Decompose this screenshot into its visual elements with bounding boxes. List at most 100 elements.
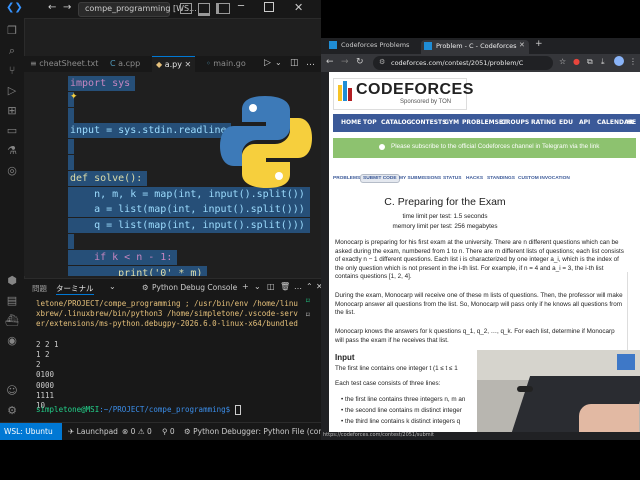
nav-item-contests[interactable]: CONTESTS <box>411 114 446 132</box>
terminal-bash-icon[interactable]: ⌑ <box>306 311 310 319</box>
more-actions-icon[interactable]: … <box>306 58 315 68</box>
testing-icon[interactable]: ⚗ <box>5 144 19 158</box>
code-line: q = list(map(int, input().split())) <box>70 220 305 232</box>
terminal-prompt[interactable]: simpletone@MSI:~/PROJECT/compe_programmi… <box>36 405 241 415</box>
tab-a-cpp[interactable]: C a.cpp <box>106 56 144 72</box>
close-icon[interactable]: ✕ <box>294 1 303 14</box>
nav-item-gym[interactable]: GYM <box>444 114 459 132</box>
maximize-icon[interactable] <box>264 2 274 12</box>
site-info-icon[interactable]: ⚙ <box>379 58 385 66</box>
kill-terminal-icon[interactable]: 🗑 <box>280 282 290 291</box>
bookmark-star-icon[interactable]: ☆ <box>559 57 566 66</box>
more-icon[interactable]: … <box>294 282 302 291</box>
extension-icon[interactable]: ● <box>573 57 580 66</box>
subtab-problems[interactable]: PROBLEMS <box>333 176 360 181</box>
run-file-icon[interactable]: ▷ <box>264 58 271 68</box>
run-dropdown-icon[interactable]: ⌄ <box>275 58 282 67</box>
new-tab-icon[interactable]: + <box>535 39 543 49</box>
tab-close-icon[interactable]: ✕ <box>519 41 525 49</box>
remote-indicator[interactable]: WSL: Ubuntu <box>0 423 62 441</box>
bullet-text: the second line contains m distinct inte… <box>344 407 462 414</box>
code-line: import sys <box>70 78 131 89</box>
subtab-custom-invocation[interactable]: CUSTOM INVOCATION <box>518 176 570 181</box>
vscode-logo-icon: ❮❯ <box>6 2 23 13</box>
browser-tab-label: Problem - C - Codeforces <box>436 42 517 50</box>
codeforces-logo[interactable]: CODEFORCES Sponsored by TON <box>333 78 473 110</box>
sidebar-toggle-icon[interactable] <box>216 3 230 14</box>
terminal-line: 1111 <box>36 390 55 400</box>
telegram-banner[interactable]: Please subscribe to the official Codefor… <box>333 138 636 158</box>
lightbulb-icon[interactable]: ✦ <box>70 92 78 102</box>
docker-icon[interactable]: ⛴ <box>5 314 19 328</box>
browser-menu-icon[interactable]: ⋮ <box>629 57 637 66</box>
run-debug-icon[interactable]: ▷ <box>5 84 19 98</box>
debug-console-label[interactable]: Python Debug Console <box>152 283 237 292</box>
subtab-submit-code[interactable]: SUBMIT CODE <box>360 174 400 183</box>
tab-cheatsheet[interactable]: ≡ cheatSheet.txt <box>26 56 102 72</box>
ports-icon: ⚲ <box>162 427 170 436</box>
github-icon[interactable]: ◉ <box>5 334 19 348</box>
add-terminal-icon[interactable]: ⌄ <box>109 282 116 291</box>
subtab-status[interactable]: STATUS <box>443 176 461 181</box>
tab-close-icon[interactable]: ✕ <box>182 60 192 69</box>
layout-toggle-icon[interactable] <box>180 3 192 14</box>
panel-icon[interactable]: ▤ <box>5 294 19 308</box>
tab-a-py[interactable]: ◆ a.py ✕ <box>152 56 196 73</box>
address-bar[interactable]: ⚙ codeforces.com/contest/2051/problem/C <box>373 56 553 70</box>
new-terminal-icon[interactable]: + <box>242 282 249 291</box>
code-editor[interactable]: import sys input = sys.stdin.readline def … <box>24 72 321 276</box>
terminal-dropdown-icon[interactable]: ⌄ <box>254 282 261 291</box>
nav-item-edu[interactable]: EDU <box>559 114 573 132</box>
telegram-text: Please subscribe to the official Codefor… <box>391 143 600 150</box>
back-arrow-icon[interactable]: ← <box>48 2 56 13</box>
split-terminal-icon[interactable]: ◫ <box>267 282 275 291</box>
codeforces-favicon-icon <box>329 41 337 49</box>
cpp-file-icon: C <box>110 59 119 68</box>
nav-item-catalog[interactable]: CATALOG <box>381 114 412 132</box>
nav-item-groups[interactable]: GROUPS <box>501 114 529 132</box>
nav-item-home[interactable]: HOME <box>341 114 361 132</box>
browser-tab-problem-c[interactable]: Problem - C - Codeforces ✕ <box>421 40 529 54</box>
nav-item-top[interactable]: TOP <box>363 114 377 132</box>
tab-label: a.cpp <box>118 59 141 68</box>
download-icon[interactable]: ⤓ <box>601 57 605 67</box>
maximize-panel-icon[interactable]: ⌃ <box>306 282 313 291</box>
nav-item-rating[interactable]: RATING <box>531 114 556 132</box>
account-icon[interactable]: ☺ <box>5 384 19 398</box>
nav-item-he[interactable]: HE <box>627 114 636 132</box>
source-control-icon[interactable]: ⑂ <box>5 64 19 78</box>
tab-main-go[interactable]: ◦ main.go <box>202 56 250 72</box>
launchpad-item[interactable]: ✈ Launchpad <box>68 427 118 436</box>
panel-tab-terminal[interactable]: ターミナル <box>56 283 94 295</box>
extensions-icon[interactable]: ⊞ <box>5 104 19 118</box>
file-icon: ≡ <box>30 59 40 68</box>
profile-avatar[interactable] <box>614 56 624 66</box>
problems-count[interactable]: ⊗ 0 ⚠ 0 <box>122 427 152 436</box>
explorer-icon[interactable]: ❐ <box>5 24 19 38</box>
back-icon[interactable]: ← <box>326 57 334 67</box>
extensions-puzzle-icon[interactable]: ⧉ <box>587 57 593 67</box>
subtab-my-submissions[interactable]: MY SUBMISSIONS <box>399 176 441 181</box>
debugger-item[interactable]: ⚙ Python Debugger: Python File (compe <box>184 427 335 436</box>
python-file-icon: ◆ <box>156 60 165 69</box>
forward-arrow-icon[interactable]: → <box>63 2 71 13</box>
browser-tab-problems[interactable]: Codeforces Problems <box>327 40 419 53</box>
split-editor-icon[interactable]: ◫ <box>290 58 299 68</box>
panel-tab-problems[interactable]: 問題 <box>32 283 47 294</box>
subtab-hacks[interactable]: HACKS <box>466 176 483 181</box>
nav-item-api[interactable]: API <box>579 114 590 132</box>
settings-gear-icon[interactable]: ⚙ <box>5 404 19 418</box>
command-center[interactable]: compe_programming [WS... <box>78 2 197 17</box>
subtab-standings[interactable]: STANDINGS <box>487 176 515 181</box>
ports-item[interactable]: ⚲ 0 <box>162 427 175 436</box>
python-logo-icon <box>220 96 312 188</box>
terminal-python-icon[interactable]: ⌑ <box>306 297 310 305</box>
remote-explorer-icon[interactable]: ▭ <box>5 124 19 138</box>
python-icon[interactable]: ⬢ <box>5 274 19 288</box>
panel-toggle-icon[interactable] <box>198 3 210 16</box>
reload-icon[interactable]: ↻ <box>356 57 364 67</box>
minimize-icon[interactable]: ─ <box>238 1 244 12</box>
copilot-icon[interactable]: ◎ <box>5 164 19 178</box>
search-icon[interactable]: ⌕ <box>5 44 19 58</box>
forward-icon[interactable]: → <box>341 57 349 67</box>
